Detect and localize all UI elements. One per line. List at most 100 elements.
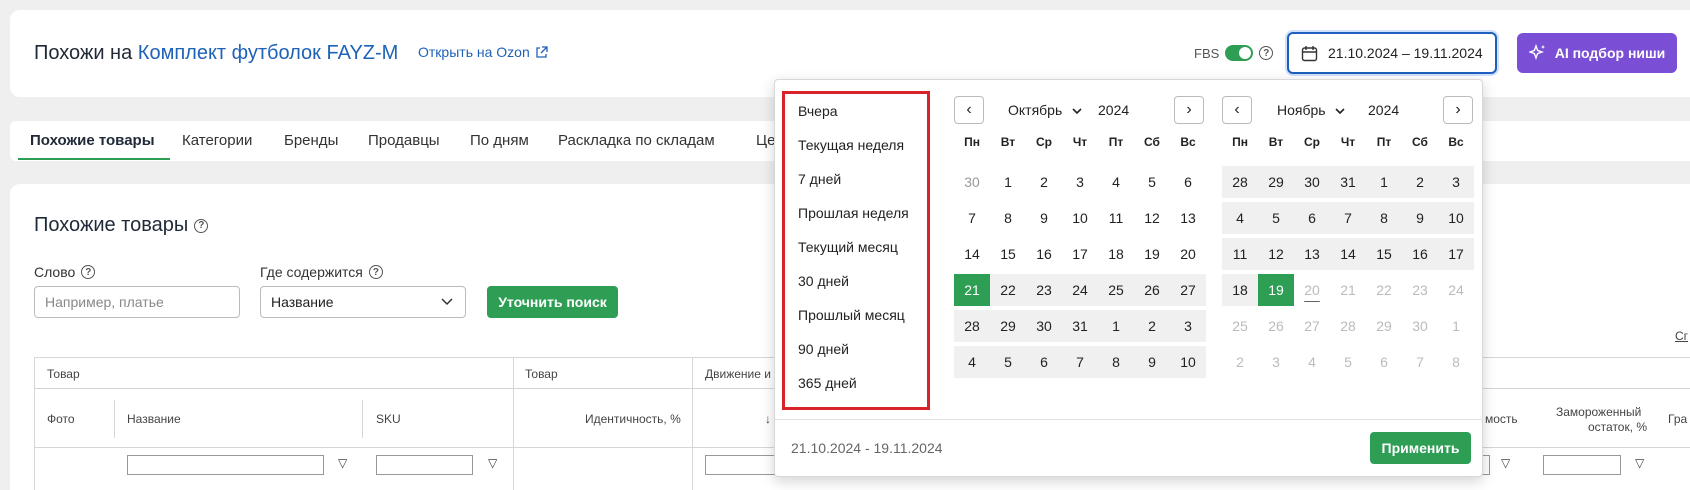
calendar-day[interactable]: 25 — [1098, 274, 1134, 306]
prev-month-button[interactable]: ‹ — [1222, 96, 1252, 124]
calendar-day[interactable]: 7 — [1402, 346, 1438, 378]
calendar-day[interactable]: 23 — [1402, 274, 1438, 306]
preset-current-month[interactable]: Текущий месяц — [798, 239, 898, 255]
tab-brands[interactable]: Бренды — [284, 132, 338, 149]
left-year[interactable]: 2024 — [1098, 102, 1129, 118]
calendar-day[interactable]: 23 — [1026, 274, 1062, 306]
calendar-day[interactable]: 29 — [1258, 166, 1294, 198]
right-year[interactable]: 2024 — [1368, 102, 1399, 118]
calendar-day[interactable]: 6 — [1170, 166, 1206, 198]
calendar-day[interactable]: 9 — [1134, 346, 1170, 378]
calendar-day[interactable]: 30 — [1026, 310, 1062, 342]
calendar-day[interactable]: 1 — [1438, 310, 1474, 342]
preset-365-days[interactable]: 365 дней — [798, 375, 857, 391]
calendar-day[interactable]: 20 — [1294, 274, 1330, 306]
calendar-day[interactable]: 8 — [990, 202, 1026, 234]
calendar-day[interactable]: 30 — [1294, 166, 1330, 198]
right-month-select[interactable]: Ноябрь — [1277, 102, 1346, 118]
preset-7-days[interactable]: 7 дней — [798, 171, 841, 187]
prev-month-button[interactable]: ‹ — [954, 96, 984, 124]
open-on-ozon-link[interactable]: Открыть на Ozon — [418, 44, 548, 60]
calendar-day[interactable]: 21 — [954, 274, 990, 306]
refine-search-button[interactable]: Уточнить поиск — [487, 286, 618, 318]
help-icon[interactable]: ? — [194, 218, 209, 233]
column-photo[interactable]: Фото — [47, 412, 75, 426]
calendar-day[interactable]: 1 — [1098, 310, 1134, 342]
calendar-day[interactable]: 31 — [1330, 166, 1366, 198]
calendar-day[interactable]: 18 — [1098, 238, 1134, 270]
calendar-day[interactable]: 27 — [1294, 310, 1330, 342]
help-icon[interactable]: ? — [81, 265, 96, 279]
calendar-day[interactable]: 3 — [1062, 166, 1098, 198]
tab-categories[interactable]: Категории — [182, 132, 252, 149]
calendar-day[interactable]: 5 — [1330, 346, 1366, 378]
calendar-day[interactable]: 2 — [1402, 166, 1438, 198]
calendar-day[interactable]: 27 — [1170, 274, 1206, 306]
column-chart-partial[interactable]: Гра — [1668, 412, 1687, 426]
tab-by-days[interactable]: По дням — [470, 132, 529, 149]
calendar-day[interactable]: 17 — [1062, 238, 1098, 270]
preset-current-week[interactable]: Текущая неделя — [798, 137, 904, 153]
calendar-day[interactable]: 6 — [1366, 346, 1402, 378]
tab-prices[interactable]: Це — [756, 132, 775, 149]
calendar-day[interactable]: 28 — [1222, 166, 1258, 198]
calendar-day[interactable]: 8 — [1438, 346, 1474, 378]
calendar-day[interactable]: 17 — [1438, 238, 1474, 270]
calendar-day[interactable]: 5 — [1258, 202, 1294, 234]
calendar-day[interactable]: 14 — [1330, 238, 1366, 270]
calendar-day[interactable]: 12 — [1258, 238, 1294, 270]
calendar-day[interactable]: 14 — [954, 238, 990, 270]
right-edge-link[interactable]: Сг — [1675, 329, 1688, 343]
product-name-link[interactable]: Комплект футболок FAYZ-M — [138, 42, 399, 64]
calendar-day[interactable]: 24 — [1438, 274, 1474, 306]
word-search-input[interactable]: Например, платье — [34, 286, 240, 318]
calendar-day[interactable]: 1 — [990, 166, 1026, 198]
next-month-button[interactable]: › — [1443, 96, 1473, 124]
calendar-day[interactable]: 26 — [1258, 310, 1294, 342]
calendar-day[interactable]: 30 — [1402, 310, 1438, 342]
calendar-day[interactable]: 25 — [1222, 310, 1258, 342]
calendar-day[interactable]: 9 — [1026, 202, 1062, 234]
calendar-day[interactable]: 4 — [954, 346, 990, 378]
column-frozen-stock-line2[interactable]: остаток, % — [1588, 420, 1647, 434]
help-icon[interactable]: ? — [368, 265, 383, 279]
calendar-day[interactable]: 29 — [990, 310, 1026, 342]
calendar-day[interactable]: 16 — [1402, 238, 1438, 270]
calendar-day[interactable]: 10 — [1438, 202, 1474, 234]
preset-last-week[interactable]: Прошлая неделя — [798, 205, 909, 221]
calendar-day[interactable]: 15 — [1366, 238, 1402, 270]
calendar-day[interactable]: 2 — [1134, 310, 1170, 342]
calendar-day[interactable]: 19 — [1258, 274, 1294, 306]
calendar-day[interactable]: 3 — [1438, 166, 1474, 198]
calendar-day[interactable]: 15 — [990, 238, 1026, 270]
calendar-day[interactable]: 22 — [1366, 274, 1402, 306]
calendar-day[interactable]: 13 — [1294, 238, 1330, 270]
calendar-day[interactable]: 3 — [1258, 346, 1294, 378]
calendar-day[interactable]: 16 — [1026, 238, 1062, 270]
calendar-day[interactable]: 2 — [1026, 166, 1062, 198]
tab-warehouses[interactable]: Раскладка по складам — [558, 132, 715, 149]
calendar-day[interactable]: 7 — [954, 202, 990, 234]
calendar-day[interactable]: 6 — [1026, 346, 1062, 378]
filter-icon[interactable]: ▽ — [1635, 456, 1644, 470]
calendar-day[interactable]: 7 — [1062, 346, 1098, 378]
calendar-day[interactable]: 4 — [1222, 202, 1258, 234]
date-range-button[interactable]: 21.10.2024 – 19.11.2024 — [1287, 32, 1497, 74]
calendar-day[interactable]: 12 — [1134, 202, 1170, 234]
column-identity[interactable]: Идентичность, % — [585, 412, 681, 426]
calendar-day[interactable]: 10 — [1170, 346, 1206, 378]
column-sku[interactable]: SKU — [376, 412, 401, 426]
calendar-day[interactable]: 13 — [1170, 202, 1206, 234]
calendar-day[interactable]: 28 — [954, 310, 990, 342]
tab-sellers[interactable]: Продавцы — [368, 132, 440, 149]
calendar-day[interactable]: 30 — [954, 166, 990, 198]
calendar-day[interactable]: 20 — [1170, 238, 1206, 270]
name-filter-input[interactable] — [127, 455, 324, 475]
column-cost-partial[interactable]: мость — [1485, 412, 1518, 426]
calendar-day[interactable]: 5 — [990, 346, 1026, 378]
column-frozen-stock-line1[interactable]: Замороженный — [1556, 405, 1641, 419]
filter-icon[interactable]: ▽ — [1501, 456, 1510, 470]
calendar-day[interactable]: 8 — [1098, 346, 1134, 378]
calendar-day[interactable]: 10 — [1062, 202, 1098, 234]
fbs-toggle[interactable] — [1225, 45, 1254, 61]
